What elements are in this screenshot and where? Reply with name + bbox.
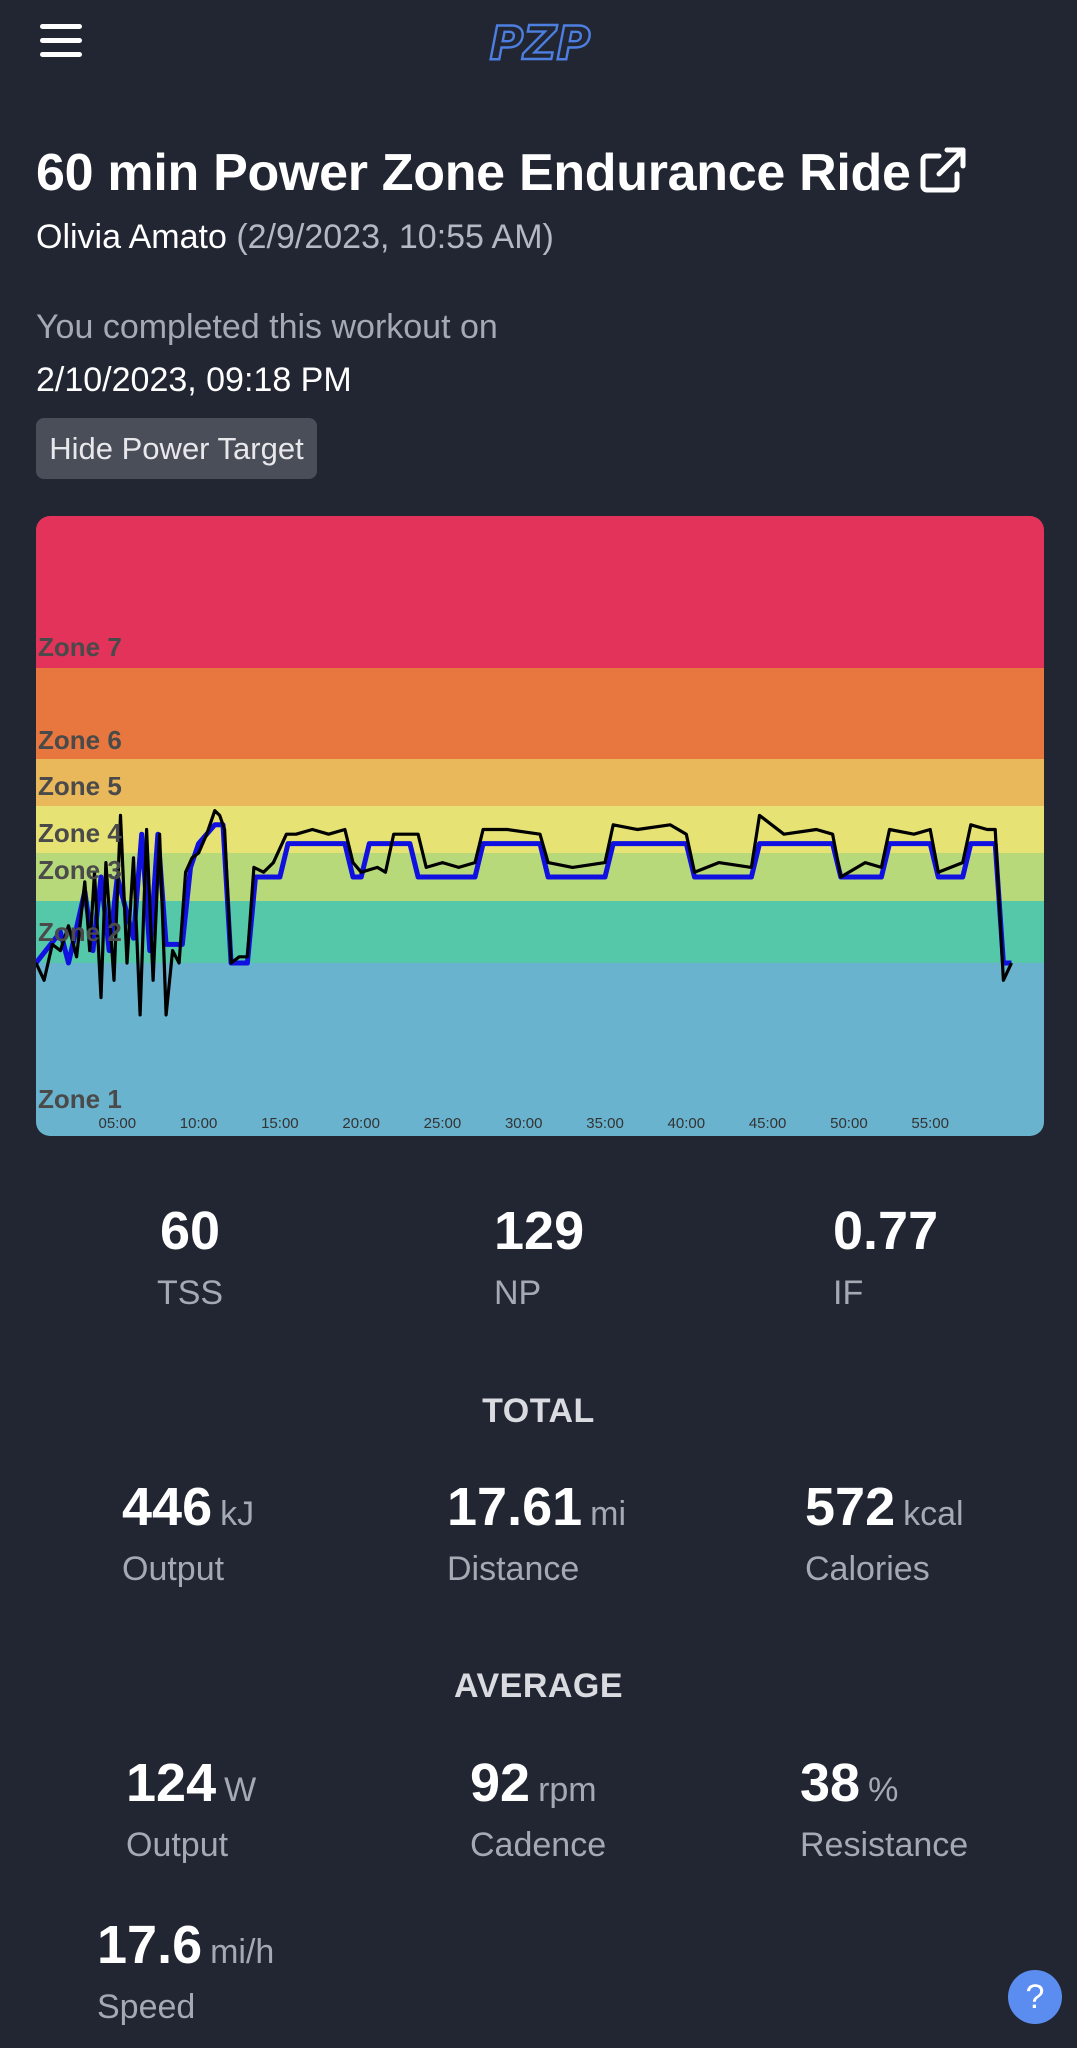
zone-label-1: Zone 1 [38, 1084, 122, 1114]
total-distance-stat: 17.61 mi Distance [447, 1476, 626, 1589]
workout-title: 60 min Power Zone Endurance Ride [36, 143, 967, 203]
summary-row: 60 TSS 129 NP 0.77 IF [0, 1200, 1077, 1330]
help-button[interactable]: ? [1008, 1970, 1062, 2024]
zone-band-1 [36, 963, 1044, 1136]
aired-date: (2/9/2023, 10:55 AM) [236, 218, 554, 256]
avg-cadence-stat: 92 rpm Cadence [470, 1752, 606, 1865]
pzp-logo[interactable]: PZP [470, 14, 610, 74]
hide-power-target-button[interactable]: Hide Power Target [36, 418, 317, 479]
power-zone-chart-svg: Zone 1 Zone 2 Zone 3 Zone 4 Zone 5 Zone 6 Zone… [36, 516, 1044, 1136]
avg-resistance-label: Resistance [800, 1826, 969, 1864]
average-heading: AVERAGE [453, 1667, 624, 1705]
zone-label-6: Zone 6 [38, 725, 122, 755]
total-distance-unit: mi [590, 1495, 627, 1533]
zone-band-6 [36, 668, 1044, 759]
x-tick-label: 10:00 [180, 1115, 218, 1132]
total-distance-label: Distance [447, 1550, 580, 1588]
x-tick-label: 20:00 [342, 1115, 380, 1132]
average-row: 124 W Output 92 rpm Cadence 38% Resistance [0, 1752, 1077, 1882]
x-tick-label: 15:00 [261, 1115, 299, 1132]
avg-output-stat: 124 W Output [126, 1752, 256, 1865]
total-distance-value: 17.61 [447, 1477, 583, 1537]
workout-title-text: 60 min Power Zone Endurance Ride [36, 144, 911, 202]
x-tick-label: 30:00 [505, 1115, 543, 1132]
avg-resistance-value: 38 [800, 1753, 861, 1813]
total-output-unit: kJ [220, 1495, 255, 1533]
instructor-line: Olivia Amato (2/9/2023, 10:55 AM) [36, 218, 554, 257]
avg-output-unit: W [224, 1771, 257, 1809]
total-output-label: Output [122, 1550, 225, 1588]
avg-speed-unit: mi/h [210, 1933, 275, 1971]
zone-label-7: Zone 7 [38, 632, 122, 662]
x-tick-label: 35:00 [586, 1115, 624, 1132]
total-calories-label: Calories [805, 1550, 930, 1588]
tss-label: TSS [156, 1274, 224, 1312]
zone-label-4: Zone 4 [38, 818, 122, 848]
x-tick-label: 40:00 [668, 1115, 706, 1132]
hamburger-menu-icon[interactable] [40, 24, 84, 64]
zone-band-5 [36, 759, 1044, 806]
total-calories-value: 572 [805, 1477, 896, 1537]
total-row: 446 kJ Output 17.61 mi Distance 572 kcal Ca… [0, 1476, 1077, 1606]
total-calories-stat: 572 kcal Calories [805, 1476, 964, 1589]
x-tick-label: 05:00 [99, 1115, 137, 1132]
total-calories-unit: kcal [903, 1495, 964, 1533]
np-label: NP [494, 1274, 542, 1312]
completed-date: 2/10/2023, 09:18 PM [36, 361, 352, 399]
avg-resistance-stat: 38% Resistance [800, 1752, 968, 1865]
avg-output-label: Output [126, 1826, 229, 1864]
np-stat: 129 NP [494, 1200, 584, 1313]
tss-stat: 60 TSS [130, 1200, 250, 1313]
avg-speed-label: Speed [97, 1988, 196, 2026]
x-tick-label: 50:00 [830, 1115, 868, 1132]
tss-value: 60 [159, 1201, 221, 1261]
total-output-value: 446 [122, 1477, 213, 1537]
avg-cadence-value: 92 [470, 1753, 531, 1813]
zone-label-3: Zone 3 [38, 855, 122, 885]
zone-label-5: Zone 5 [38, 771, 122, 801]
external-link-icon[interactable] [919, 146, 967, 194]
total-heading: TOTAL [482, 1392, 595, 1430]
avg-cadence-label: Cadence [470, 1826, 607, 1864]
avg-resistance-unit: % [868, 1771, 899, 1809]
zone-label-2: Zone 2 [38, 917, 122, 947]
avg-cadence-unit: rpm [538, 1771, 597, 1809]
zone-band-7 [36, 516, 1044, 668]
completed-label: You completed this workout on [36, 308, 498, 346]
x-tick-label: 45:00 [749, 1115, 787, 1132]
app-header: PZP [0, 0, 1077, 100]
power-zone-chart: Zone 1 Zone 2 Zone 3 Zone 4 Zone 5 Zone 6 Zone… [36, 516, 1044, 1136]
svg-text:PZP: PZP [490, 16, 591, 70]
avg-speed-value: 17.6 [97, 1915, 203, 1975]
if-label: IF [833, 1274, 864, 1312]
total-output-stat: 446 kJ Output [122, 1476, 254, 1589]
average-row-2: 17.6 mi/h Speed [0, 1914, 1077, 2044]
if-value: 0.77 [833, 1201, 939, 1261]
instructor-name: Olivia Amato [36, 218, 227, 256]
avg-speed-stat: 17.6 mi/h Speed [97, 1914, 274, 2027]
x-tick-label: 25:00 [424, 1115, 462, 1132]
x-tick-label: 55:00 [911, 1115, 949, 1132]
if-stat: 0.77 IF [833, 1200, 938, 1313]
np-value: 129 [494, 1201, 585, 1261]
avg-output-value: 124 [126, 1753, 217, 1813]
